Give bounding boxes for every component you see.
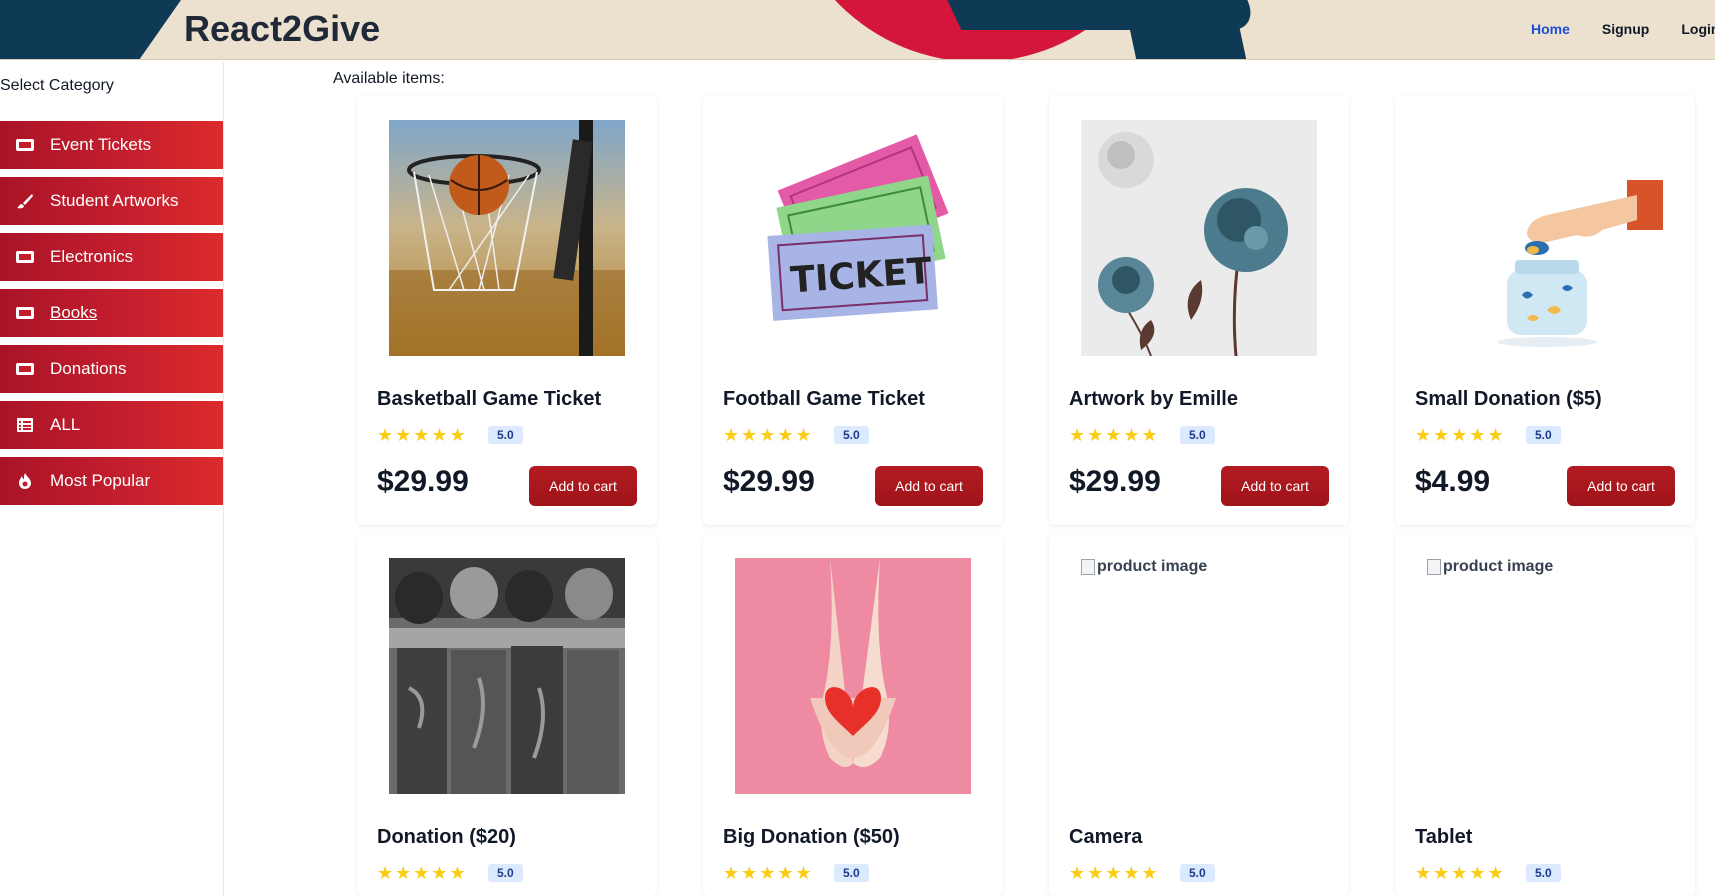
fire-icon xyxy=(14,473,36,489)
category-label: Donations xyxy=(50,359,127,378)
product-card: Artwork by Emille ★★★★★ 5.0 $29.99 Add t… xyxy=(1049,95,1349,525)
nav-signup-link[interactable]: Signup xyxy=(1602,21,1649,37)
category-label: ALL xyxy=(50,415,81,434)
product-card: Basketball Game Ticket ★★★★★ 5.0 $29.99 … xyxy=(357,95,657,525)
star-rating-icon: ★★★★★ xyxy=(1069,425,1160,445)
product-image[interactable]: TICKET xyxy=(735,120,971,356)
star-rating-icon: ★★★★★ xyxy=(1415,425,1506,445)
product-image[interactable] xyxy=(389,120,625,356)
broken-product-image[interactable]: product image xyxy=(1081,558,1207,576)
category-student-artworks[interactable]: Student Artworks xyxy=(0,177,223,225)
product-title[interactable]: Small Donation ($5) xyxy=(1415,388,1602,411)
rating-badge: 5.0 xyxy=(488,864,523,882)
product-title[interactable]: Tablet xyxy=(1415,826,1472,849)
category-label: Student Artworks xyxy=(50,191,179,210)
add-to-cart-button[interactable]: Add to cart xyxy=(875,466,983,506)
product-price: $29.99 xyxy=(377,465,469,498)
product-price: $4.99 xyxy=(1415,465,1491,498)
star-rating-icon: ★★★★★ xyxy=(723,863,814,883)
available-items-heading: Available items: xyxy=(333,70,445,87)
rating-badge: 5.0 xyxy=(1526,864,1561,882)
product-price: $29.99 xyxy=(723,465,815,498)
category-label: Most Popular xyxy=(50,471,151,490)
image-alt-text: product image xyxy=(1097,558,1208,575)
product-title[interactable]: Big Donation ($50) xyxy=(723,826,900,849)
product-image[interactable] xyxy=(1427,120,1663,356)
ticket-icon xyxy=(14,137,36,153)
category-books[interactable]: Books xyxy=(0,289,223,337)
nav-login-link[interactable]: Login xyxy=(1681,21,1715,37)
header-decoration xyxy=(0,0,189,59)
sidebar-heading: Select Category xyxy=(0,77,114,94)
category-label: Books xyxy=(50,303,98,322)
nav-home-link[interactable]: Home xyxy=(1531,21,1570,37)
ticket-icon xyxy=(14,305,36,321)
star-rating-icon: ★★★★★ xyxy=(377,425,468,445)
rating-badge: 5.0 xyxy=(834,426,869,444)
product-card: Big Donation ($50) ★★★★★ 5.0 xyxy=(703,533,1003,896)
category-most-popular[interactable]: Most Popular xyxy=(0,457,223,505)
star-rating-icon: ★★★★★ xyxy=(1415,863,1506,883)
broken-image-icon xyxy=(1081,559,1095,575)
category-all[interactable]: ALL xyxy=(0,401,223,449)
add-to-cart-button[interactable]: Add to cart xyxy=(1221,466,1329,506)
header-decoration xyxy=(1121,0,1249,59)
category-event-tickets[interactable]: Event Tickets xyxy=(0,121,223,169)
product-title[interactable]: Donation ($20) xyxy=(377,826,516,849)
product-image[interactable] xyxy=(735,558,971,794)
rating-badge: 5.0 xyxy=(488,426,523,444)
rating-badge: 5.0 xyxy=(1180,426,1215,444)
product-title[interactable]: Camera xyxy=(1069,826,1142,849)
ticket-icon xyxy=(14,361,36,377)
star-rating-icon: ★★★★★ xyxy=(723,425,814,445)
product-card: product image Tablet ★★★★★ 5.0 xyxy=(1395,533,1695,896)
product-image[interactable] xyxy=(1081,120,1317,356)
ticket-icon xyxy=(14,249,36,265)
category-label: Event Tickets xyxy=(50,135,152,154)
rating-badge: 5.0 xyxy=(834,864,869,882)
category-donations[interactable]: Donations xyxy=(0,345,223,393)
product-price: $29.99 xyxy=(1069,465,1161,498)
broken-product-image[interactable]: product image xyxy=(1427,558,1553,576)
category-sidebar: Select Category Event Tickets Student Ar… xyxy=(0,62,224,896)
product-title[interactable]: Basketball Game Ticket xyxy=(377,388,601,411)
broken-image-icon xyxy=(1427,559,1441,575)
top-header: React2Give Home Signup Login xyxy=(0,0,1715,60)
add-to-cart-button[interactable]: Add to cart xyxy=(529,466,637,506)
product-image[interactable] xyxy=(389,558,625,794)
brand-logo[interactable]: React2Give xyxy=(184,8,380,50)
list-icon xyxy=(14,417,36,433)
brush-icon xyxy=(14,193,36,209)
product-title[interactable]: Artwork by Emille xyxy=(1069,388,1238,411)
product-card: Donation ($20) ★★★★★ 5.0 xyxy=(357,533,657,896)
product-title[interactable]: Football Game Ticket xyxy=(723,388,925,411)
rating-badge: 5.0 xyxy=(1180,864,1215,882)
image-alt-text: product image xyxy=(1443,558,1554,575)
category-label: Electronics xyxy=(50,247,134,266)
category-electronics[interactable]: Electronics xyxy=(0,233,223,281)
product-card: product image Camera ★★★★★ 5.0 xyxy=(1049,533,1349,896)
rating-badge: 5.0 xyxy=(1526,426,1561,444)
product-card: Small Donation ($5) ★★★★★ 5.0 $4.99 Add … xyxy=(1395,95,1695,525)
star-rating-icon: ★★★★★ xyxy=(377,863,468,883)
add-to-cart-button[interactable]: Add to cart xyxy=(1567,466,1675,506)
top-nav: Home Signup Login xyxy=(1531,21,1715,37)
product-card: TICKET Football Game Ticket ★★★★★ 5.0 $2… xyxy=(703,95,1003,525)
star-rating-icon: ★★★★★ xyxy=(1069,863,1160,883)
